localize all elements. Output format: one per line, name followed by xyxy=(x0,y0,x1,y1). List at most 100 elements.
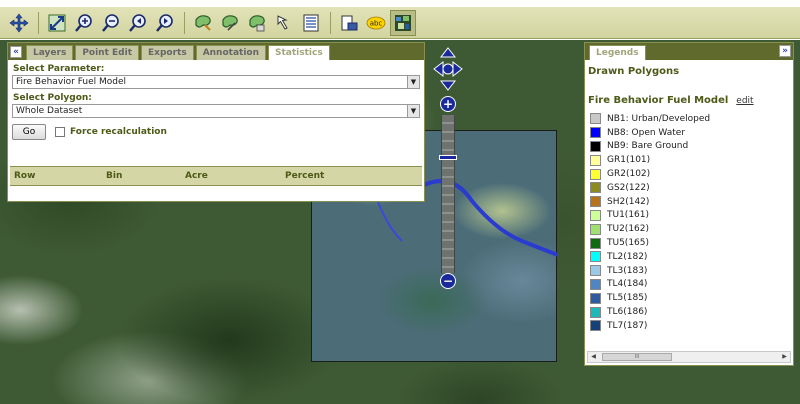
select-arrow-button[interactable] xyxy=(271,10,297,36)
column-header-row: Row xyxy=(14,171,36,181)
legend-swatch xyxy=(590,196,601,208)
attribute-table-icon xyxy=(303,14,319,31)
scroll-thumb[interactable]: III xyxy=(602,353,672,361)
legend-swatch xyxy=(590,292,601,304)
previous-extent-icon xyxy=(129,13,146,32)
legend-swatch xyxy=(590,168,601,180)
column-header-bin: Bin xyxy=(106,171,123,181)
next-extent-button[interactable] xyxy=(152,10,178,36)
dropdown-arrow-icon[interactable]: ▼ xyxy=(407,76,419,88)
legend-swatch xyxy=(590,113,601,125)
legend-swatch xyxy=(590,182,601,194)
tab-layers[interactable]: Layers xyxy=(26,45,74,60)
edit-polygon-button[interactable] xyxy=(217,10,243,36)
abc-text: abc xyxy=(370,19,383,27)
legend-swatch xyxy=(590,237,601,249)
scroll-left-icon[interactable]: ◀ xyxy=(588,352,599,362)
expand-legend-button[interactable]: » xyxy=(779,45,791,57)
legend-item-label: TU2(162) xyxy=(607,224,650,235)
legend-item: TU2(162) xyxy=(585,222,793,236)
zoom-out-icon xyxy=(102,13,119,32)
top-strip xyxy=(0,0,800,7)
legend-item-label: NB9: Bare Ground xyxy=(607,141,689,152)
print-map-icon xyxy=(341,15,358,30)
zoom-in-map-button[interactable]: + xyxy=(440,96,456,112)
label-abc-icon: abc xyxy=(366,16,386,29)
overlay-layer-button[interactable] xyxy=(390,9,416,36)
legend-item: TL3(183) xyxy=(585,264,793,278)
legend-item: TL6(186) xyxy=(585,305,793,319)
zoom-extent-button[interactable] xyxy=(44,10,70,36)
legend-item: TL5(185) xyxy=(585,291,793,305)
legend-item-label: TL5(185) xyxy=(607,293,648,304)
tab-point-edit[interactable]: Point Edit xyxy=(75,45,139,60)
tab-exports[interactable]: Exports xyxy=(141,45,194,60)
legend-item-label: TL6(186) xyxy=(607,307,648,318)
toolbar-separator xyxy=(330,11,331,34)
legend-item-label: SH2(142) xyxy=(607,196,650,207)
zoom-control: + − xyxy=(433,47,463,292)
delete-polygon-icon xyxy=(249,14,265,31)
delete-polygon-button[interactable] xyxy=(244,10,270,36)
draw-polygon-icon xyxy=(195,14,211,31)
go-row: Go Force recalculation xyxy=(8,118,424,146)
collapse-panel-button[interactable]: « xyxy=(10,46,22,58)
pan-icon xyxy=(9,13,29,32)
legend-swatch xyxy=(590,140,601,152)
column-header-acre: Acre xyxy=(185,171,208,181)
print-map-button[interactable] xyxy=(336,10,362,36)
scroll-right-icon[interactable]: ▶ xyxy=(779,352,790,362)
horizontal-scrollbar[interactable]: ◀ III ▶ xyxy=(587,351,791,363)
pan-tool-button[interactable] xyxy=(6,10,32,36)
legend-item-label: TU5(165) xyxy=(607,238,650,249)
polygon-select-value: Whole Dataset xyxy=(16,106,83,116)
select-arrow-icon xyxy=(277,14,288,30)
force-recalculation-checkbox[interactable] xyxy=(55,127,65,137)
previous-extent-button[interactable] xyxy=(125,10,151,36)
zoom-slider-track[interactable] xyxy=(441,115,455,273)
zoom-slider-handle[interactable] xyxy=(439,155,457,160)
parameter-select-value: Fire Behavior Fuel Model xyxy=(16,77,127,87)
legend-item: NB1: Urban/Developed xyxy=(585,112,793,126)
legend-item: SH2(142) xyxy=(585,195,793,209)
edit-legend-link[interactable]: edit xyxy=(736,96,753,106)
zoom-extent-icon xyxy=(48,14,66,31)
zoom-in-button[interactable] xyxy=(71,10,97,36)
toolbar-separator xyxy=(38,11,39,34)
legend-item: TU5(165) xyxy=(585,236,793,250)
label-abc-button[interactable]: abc xyxy=(363,10,389,36)
legend-item: NB8: Open Water xyxy=(585,126,793,140)
tab-annotation[interactable]: Annotation xyxy=(195,45,267,60)
dropdown-arrow-icon[interactable]: ▼ xyxy=(407,105,419,117)
select-parameter-label: Select Parameter: xyxy=(13,64,105,74)
legend-swatch xyxy=(590,278,601,290)
edit-polygon-icon xyxy=(222,14,238,31)
legend-swatch xyxy=(590,223,601,235)
fuel-model-title-text: Fire Behavior Fuel Model xyxy=(588,95,729,106)
legend-item-label: GS2(122) xyxy=(607,182,650,193)
zoom-out-button[interactable] xyxy=(98,10,124,36)
legend-item: GR2(102) xyxy=(585,167,793,181)
tab-statistics[interactable]: Statistics xyxy=(268,45,330,60)
go-button[interactable]: Go xyxy=(12,124,46,140)
legend-swatch xyxy=(590,251,601,263)
polygon-select[interactable]: Whole Dataset ▼ xyxy=(12,104,420,118)
pan-control-icon[interactable] xyxy=(433,47,463,91)
statistics-table-header: Row Bin Acre Percent xyxy=(10,166,422,186)
legend-item-label: TL3(183) xyxy=(607,265,648,276)
legend-item-label: TL2(182) xyxy=(607,251,648,262)
legend-item: NB9: Bare Ground xyxy=(585,140,793,154)
legend-swatch xyxy=(590,209,601,221)
legend-item: TU1(161) xyxy=(585,209,793,223)
legend-item: TL4(184) xyxy=(585,278,793,292)
tab-legends[interactable]: Legends xyxy=(589,45,646,60)
next-extent-icon xyxy=(156,13,173,32)
zoom-out-map-button[interactable]: − xyxy=(440,273,456,289)
toolbar-separator xyxy=(184,11,185,34)
overlay-layer-icon xyxy=(395,14,411,31)
column-header-percent: Percent xyxy=(285,171,325,181)
parameter-select[interactable]: Fire Behavior Fuel Model ▼ xyxy=(12,75,420,89)
attribute-table-button[interactable] xyxy=(298,10,324,36)
map-toolbar: abc xyxy=(0,7,800,39)
draw-polygon-button[interactable] xyxy=(190,10,216,36)
